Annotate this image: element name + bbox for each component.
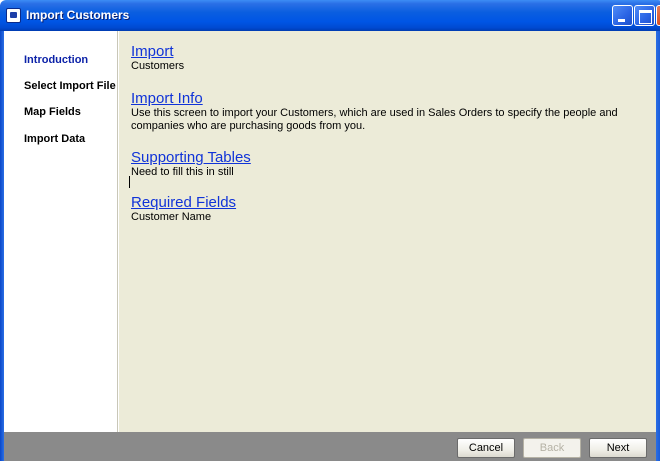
title-bar[interactable]: Import Customers (0, 0, 660, 31)
cancel-button[interactable]: Cancel (457, 438, 515, 458)
import-info-line-1: Use this screen to import your Customers… (131, 107, 618, 119)
required-fields-heading-link[interactable]: Required Fields (131, 194, 236, 211)
supporting-tables-heading-link[interactable]: Supporting Tables (131, 149, 251, 166)
wizard-steps-sidebar: Introduction Select Import File Map Fiel… (4, 31, 118, 432)
wizard-button-bar: Cancel Back Next (4, 432, 656, 461)
required-fields-body: Customer Name (131, 211, 212, 223)
window-title: Import Customers (26, 8, 130, 22)
close-button[interactable] (656, 5, 660, 26)
step-map-fields[interactable]: Map Fields (24, 106, 81, 118)
import-body: Customers (131, 60, 185, 72)
section-import-info: Import Info Use this screen to import yo… (131, 90, 618, 133)
section-required-fields: Required Fields Customer Name (131, 194, 236, 224)
step-select-import-file[interactable]: Select Import File (24, 80, 116, 92)
window-frame-right (656, 31, 660, 461)
back-button[interactable]: Back (523, 438, 581, 458)
step-import-data[interactable]: Import Data (24, 133, 85, 145)
text-caret (129, 176, 130, 188)
section-supporting-tables: Supporting Tables Need to fill this in s… (131, 149, 251, 179)
step-introduction[interactable]: Introduction (24, 54, 88, 66)
maximize-button[interactable] (634, 5, 655, 26)
minimize-button[interactable] (612, 5, 633, 26)
import-info-heading-link[interactable]: Import Info (131, 90, 618, 107)
app-icon (6, 8, 21, 23)
section-import: Import Customers (131, 43, 184, 73)
next-button[interactable]: Next (589, 438, 647, 458)
introduction-panel: Import Customers Import Info Use this sc… (119, 31, 656, 432)
import-info-line-2: companies who are purchasing goods from … (131, 120, 366, 132)
supporting-tables-body: Need to fill this in still (131, 166, 234, 178)
import-heading-link[interactable]: Import (131, 43, 184, 60)
import-customers-window: Import Customers Introduction Select Imp… (0, 0, 660, 461)
